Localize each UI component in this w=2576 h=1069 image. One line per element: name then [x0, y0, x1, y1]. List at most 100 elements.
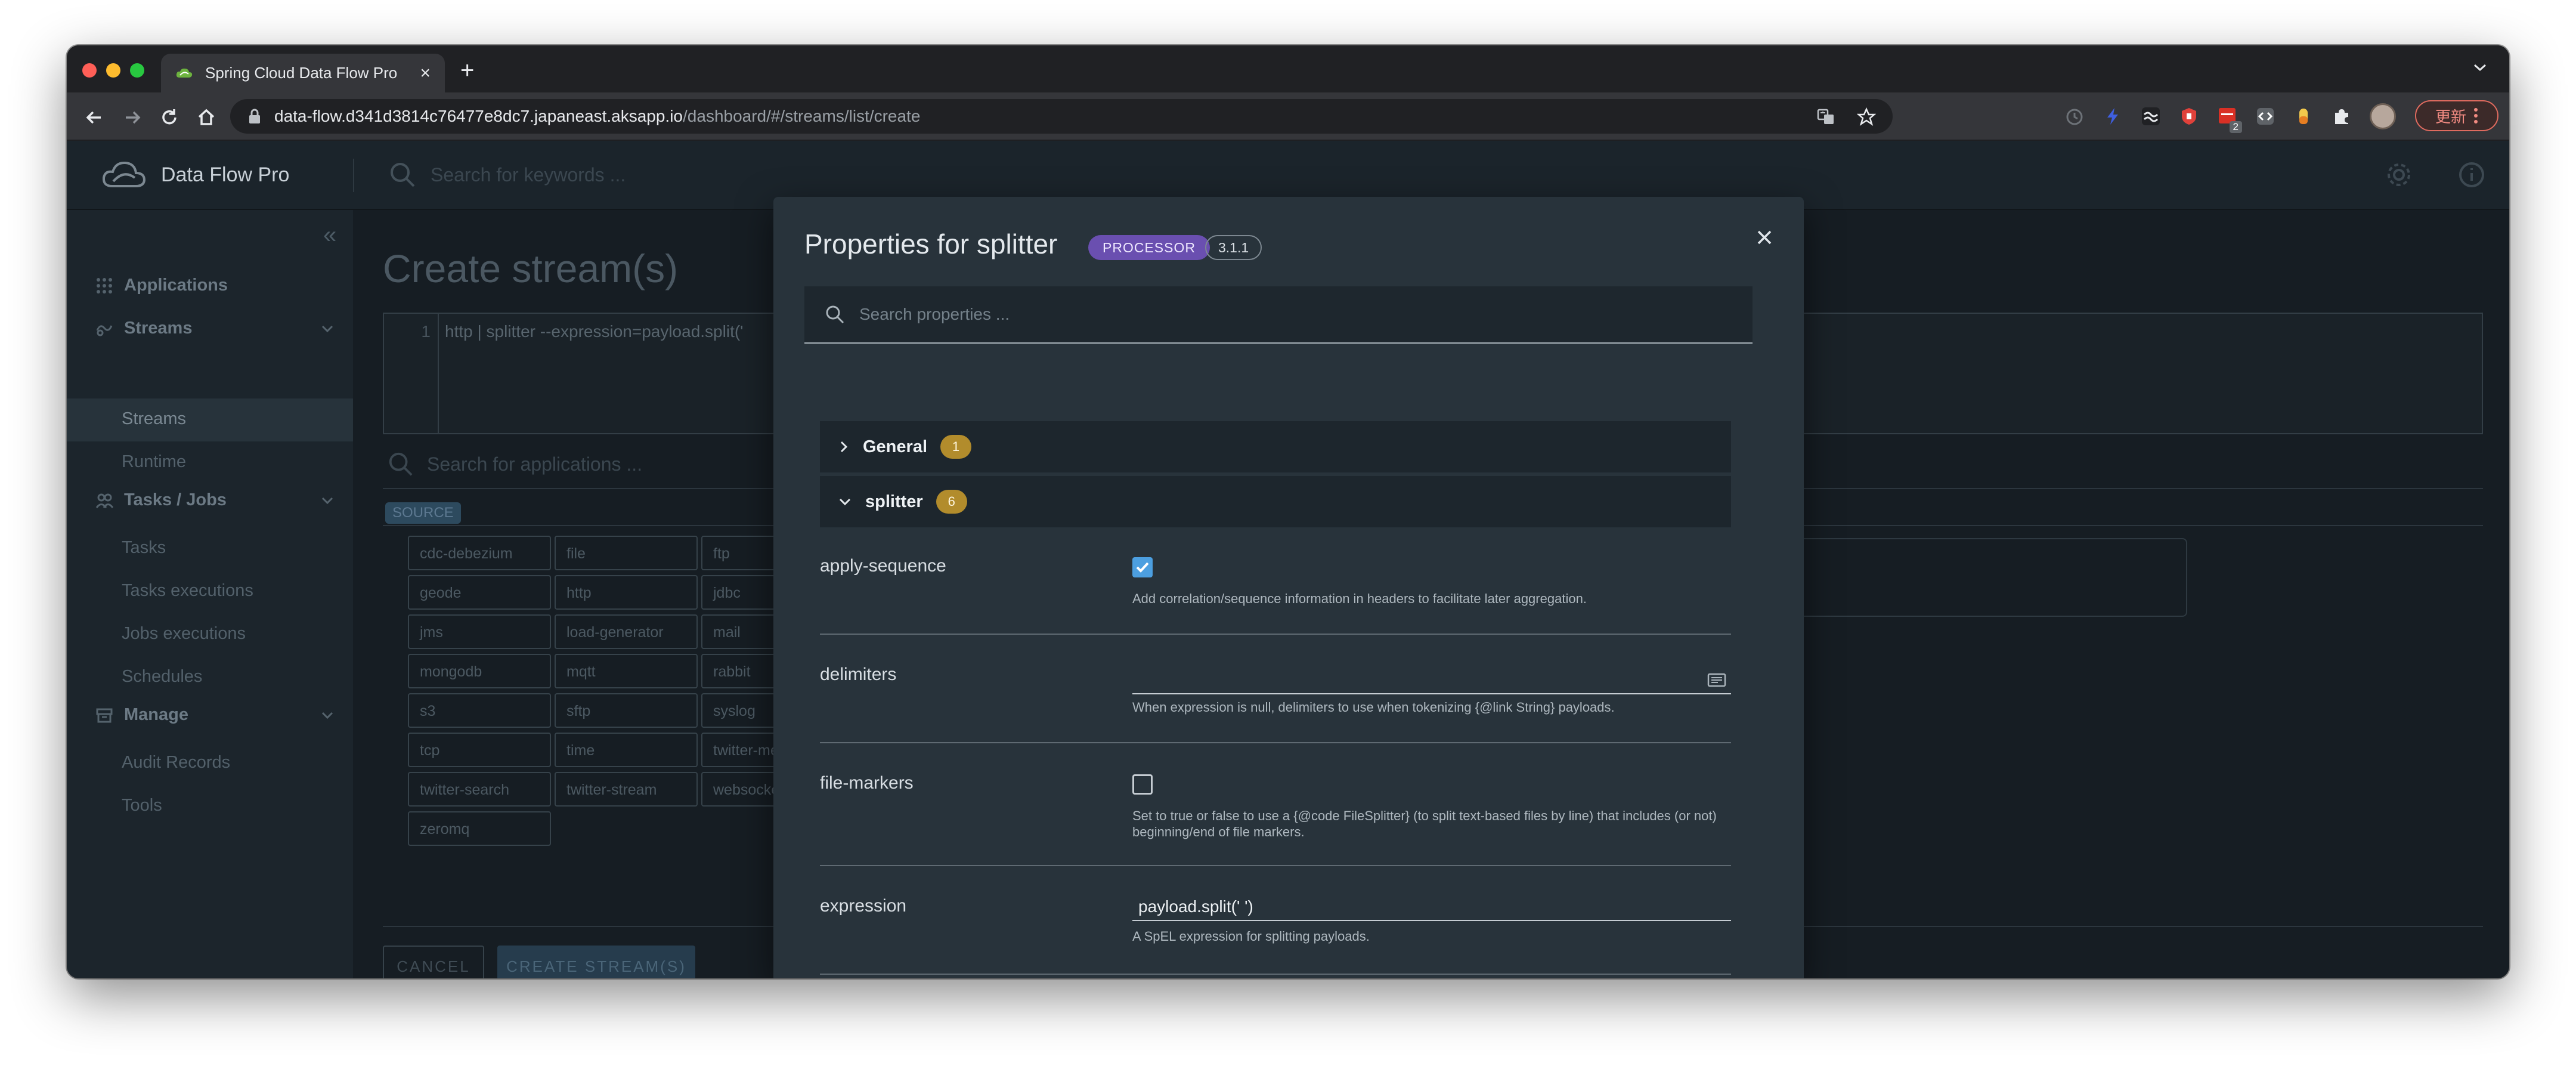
group-splitter[interactable]: splitter 6 — [820, 476, 1731, 527]
source-app-chip[interactable]: geode — [408, 575, 551, 610]
info-icon[interactable] — [2458, 161, 2485, 189]
home-button[interactable] — [193, 104, 219, 131]
cancel-button[interactable]: CANCEL — [383, 946, 484, 978]
file-markers-checkbox[interactable] — [1132, 774, 1153, 795]
chevron-down-icon — [321, 712, 333, 719]
source-app-chip[interactable]: twitter-search — [408, 772, 551, 807]
forward-button[interactable] — [119, 104, 145, 131]
sidebar-section-applications[interactable]: Applications — [95, 276, 334, 295]
source-app-chip[interactable]: jms — [408, 614, 551, 649]
code-extension-icon[interactable] — [2255, 106, 2275, 126]
source-app-chip[interactable]: http — [555, 575, 698, 610]
create-streams-button[interactable]: CREATE STREAM(S) — [497, 946, 695, 978]
profile-avatar[interactable] — [2370, 103, 2396, 129]
chevron-right-icon — [840, 441, 848, 453]
update-button[interactable]: 更新 — [2415, 100, 2498, 131]
global-search-placeholder: Search for keywords ... — [431, 163, 626, 186]
app-search[interactable]: Search for applications ... — [388, 451, 642, 477]
home-icon — [198, 109, 215, 125]
stream-icon — [96, 325, 113, 336]
source-app-chip[interactable]: s3 — [408, 693, 551, 728]
timer-extension-icon[interactable] — [2064, 106, 2085, 126]
source-app-chip[interactable]: load-generator — [555, 614, 698, 649]
sidebar-section-manage[interactable]: Manage — [95, 705, 334, 725]
source-badge: SOURCE — [385, 502, 461, 524]
gear-icon[interactable] — [2385, 161, 2413, 189]
browser-tab-active[interactable]: Spring Cloud Data Flow Pro × — [161, 54, 445, 92]
text-editor-icon[interactable] — [1707, 673, 1726, 687]
archive-icon — [96, 708, 113, 722]
chevron-down-icon — [321, 325, 333, 332]
delimiters-input[interactable] — [1132, 666, 1731, 694]
source-app-chip[interactable]: time — [555, 733, 698, 767]
sidebar-item-streams[interactable]: Streams — [122, 409, 186, 429]
apply-sequence-checkbox[interactable] — [1132, 557, 1153, 577]
close-window-button[interactable] — [82, 63, 97, 78]
search-icon — [826, 305, 844, 324]
chevron-down-icon — [839, 498, 851, 506]
sidebar-item-audit-records[interactable]: Audit Records — [122, 753, 230, 773]
header-divider — [353, 159, 354, 192]
properties-search-input[interactable]: Search properties ... — [804, 286, 1753, 344]
source-app-chip[interactable]: twitter-stream — [555, 772, 698, 807]
sidebar-item-tools[interactable]: Tools — [122, 796, 162, 815]
group-count-badge: 6 — [936, 490, 967, 514]
new-tab-button[interactable]: + — [460, 58, 474, 82]
source-app-chip[interactable]: cdc-debezium — [408, 536, 551, 570]
minimize-window-button[interactable] — [106, 63, 120, 78]
sidebar-item-tasks-executions[interactable]: Tasks executions — [122, 581, 253, 601]
sidebar-item-schedules[interactable]: Schedules — [122, 667, 202, 687]
brand-logo-block[interactable]: Data Flow Pro — [101, 159, 289, 191]
property-name-file-markers: file-markers — [820, 773, 914, 793]
sidebar-section-label: Tasks / Jobs — [124, 490, 227, 509]
property-name-delimiters: delimiters — [820, 665, 897, 684]
source-app-chip[interactable]: mqtt — [555, 654, 698, 688]
grid-icon — [97, 277, 112, 293]
reload-button[interactable] — [156, 104, 182, 131]
extension-badge: 2 — [2229, 121, 2242, 133]
property-separator — [820, 634, 1731, 635]
bolt-extension-icon[interactable] — [2103, 106, 2123, 126]
source-app-chip[interactable]: file — [555, 536, 698, 570]
property-description: When expression is null, delimiters to u… — [1132, 700, 1615, 715]
source-app-chip[interactable]: sftp — [555, 693, 698, 728]
translate-icon[interactable] — [1816, 107, 1835, 126]
browser-toolbar: data-flow.d341d3814c76477e8dc7.japaneast… — [67, 92, 2509, 141]
sidebar-item-jobs-executions[interactable]: Jobs executions — [122, 624, 246, 644]
capsule-extension-icon[interactable] — [2293, 106, 2314, 126]
back-button[interactable] — [81, 104, 107, 131]
properties-search-placeholder: Search properties ... — [859, 305, 1010, 323]
shield-extension-icon[interactable] — [2179, 106, 2199, 126]
sidebar-item-runtime[interactable]: Runtime — [122, 452, 186, 472]
global-search[interactable]: Search for keywords ... — [389, 161, 626, 189]
sidebar-item-tasks[interactable]: Tasks — [122, 538, 166, 558]
wave-extension-icon[interactable] — [2141, 106, 2161, 126]
more-vertical-icon — [2474, 108, 2478, 123]
search-icon — [391, 163, 415, 187]
arrow-right-icon — [126, 111, 141, 124]
update-label: 更新 — [2435, 107, 2466, 126]
spring-cloud-logo-icon — [102, 161, 146, 187]
property-separator — [820, 865, 1731, 866]
address-bar[interactable]: data-flow.d341d3814c76477e8dc7.japaneast… — [230, 99, 1893, 134]
tab-close-icon[interactable]: × — [420, 64, 431, 82]
source-app-chip[interactable]: mongodb — [408, 654, 551, 688]
bookmark-star-icon[interactable] — [1857, 107, 1876, 126]
zoom-window-button[interactable] — [130, 63, 144, 78]
sidebar-section-streams[interactable]: Streams — [95, 319, 334, 338]
source-app-chip[interactable]: zeromq — [408, 811, 551, 846]
editor-code: http | splitter --expression=payload.spl… — [445, 322, 744, 341]
group-general[interactable]: General 1 — [820, 421, 1731, 472]
tab-search-chevron-icon[interactable] — [2472, 62, 2488, 73]
address-bar-actions — [1816, 107, 1876, 126]
lock-icon — [249, 109, 260, 123]
tab-title: Spring Cloud Data Flow Pro — [205, 64, 398, 82]
sidebar-section-tasks-jobs[interactable]: Tasks / Jobs — [95, 490, 334, 510]
expression-input[interactable]: payload.split(' ') — [1132, 892, 1731, 921]
calendar-extension[interactable]: 2 — [2217, 105, 2242, 133]
close-icon[interactable] — [1751, 224, 1778, 251]
source-app-chip[interactable]: tcp — [408, 733, 551, 767]
collapse-sidebar-icon[interactable]: « — [323, 222, 336, 249]
puzzle-extensions-icon[interactable] — [2332, 106, 2352, 126]
sidebar-section-label: Manage — [124, 705, 188, 724]
